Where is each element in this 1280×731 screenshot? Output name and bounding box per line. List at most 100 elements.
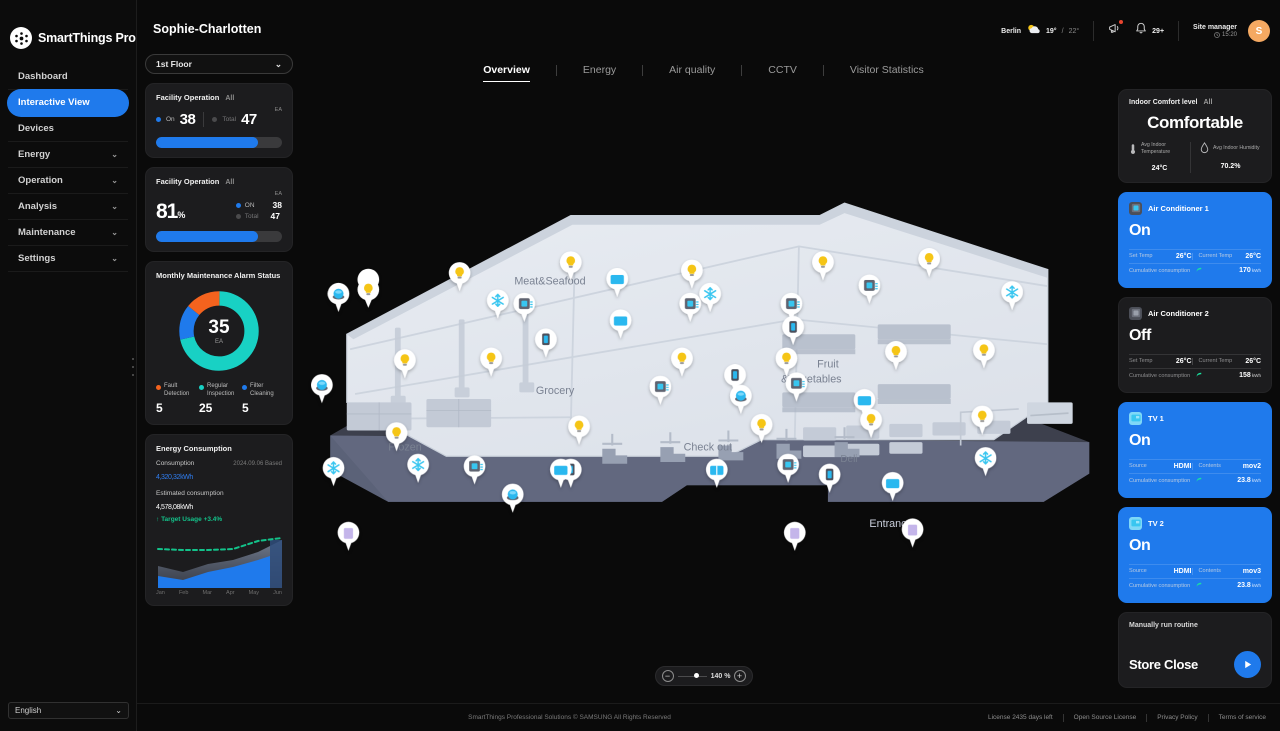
card-title-text: Indoor Comfort level bbox=[1129, 99, 1198, 106]
footer-link-privacy[interactable]: Privacy Policy bbox=[1157, 714, 1197, 721]
contents-label: Contents bbox=[1198, 568, 1221, 574]
language-selector-wrap: English ⌄ bbox=[8, 702, 129, 719]
tab-visitor-statistics[interactable]: Visitor Statistics bbox=[824, 64, 950, 76]
device-name: Air Conditioner 1 bbox=[1148, 203, 1209, 213]
tab-overview[interactable]: Overview bbox=[457, 64, 556, 82]
source: Source HDMI bbox=[1129, 463, 1192, 470]
legend-total-label: Total bbox=[244, 212, 259, 220]
tab-cctv[interactable]: CCTV bbox=[742, 64, 823, 76]
bell-icon[interactable] bbox=[1135, 22, 1147, 40]
header-right: Berlin 19° / 22° 29+ Site manager 15:20 … bbox=[987, 14, 1270, 48]
device-state: On bbox=[1129, 221, 1151, 239]
card-device-air-conditioner-2[interactable]: Air Conditioner 2 Off Set Temp 26°C Curr… bbox=[1118, 296, 1272, 393]
consumption-value: 23.8kWh bbox=[1237, 477, 1261, 484]
energy-consumption-head: Consumption 2024.09.06 Based bbox=[156, 460, 282, 467]
consumption-unit: kWh bbox=[1251, 583, 1261, 588]
energy-consumption-value: 4,320,32kWh bbox=[156, 467, 282, 482]
sidebar-item-maintenance[interactable]: Maintenance ⌄ bbox=[8, 220, 128, 246]
divider bbox=[203, 112, 205, 127]
comfort-temp-label: Avg Indoor Temperature bbox=[1140, 142, 1171, 155]
minus-icon: − bbox=[664, 670, 671, 681]
footer-links: License 2435 days left Open Source Licen… bbox=[988, 713, 1266, 722]
device-header: TV 1 bbox=[1129, 411, 1261, 425]
donut-total-value: 35 bbox=[208, 316, 230, 338]
leaf-icon bbox=[1196, 582, 1202, 590]
chevron-down-icon: ⌄ bbox=[111, 150, 118, 159]
sidebar-item-interactive-view[interactable]: Interactive View bbox=[8, 90, 128, 116]
status-dot-total bbox=[235, 213, 241, 219]
energy-chart-axis: Jan Feb Mar Apr May Jun bbox=[156, 590, 282, 596]
current-temp-value: 26°C bbox=[1245, 253, 1261, 260]
card-maintenance-alarm: Monthly Maintenance Alarm Status 35 EA F… bbox=[145, 261, 293, 425]
device-header: TV 2 bbox=[1129, 516, 1261, 530]
sidebar-item-operation[interactable]: Operation ⌄ bbox=[8, 168, 128, 194]
tab-label: Overview bbox=[483, 64, 530, 76]
weather-temp-now: 19° bbox=[1046, 27, 1057, 35]
zoom-out-button[interactable]: − bbox=[661, 670, 674, 682]
floorplan-3d-view[interactable]: Meat&Seafood Grocery Fruit &Vegetables F… bbox=[297, 110, 1110, 620]
facility-percent-row: 81% ON 38 Total 47 bbox=[156, 199, 282, 222]
humidity-icon bbox=[1200, 142, 1209, 154]
tab-label: Air quality bbox=[669, 64, 716, 76]
card-device-tv-1[interactable]: TV 1 On Source HDMI Contents mov2 Cumula… bbox=[1118, 401, 1272, 498]
footer-link-open-source[interactable]: Open Source License bbox=[1074, 714, 1137, 721]
alert-badge-dot bbox=[1119, 20, 1124, 24]
card-title-text: Facility Operation bbox=[156, 93, 220, 102]
card-device-air-conditioner-1[interactable]: Air Conditioner 1 On Set Temp 26°C Curre… bbox=[1118, 191, 1272, 288]
tab-air-quality[interactable]: Air quality bbox=[643, 64, 741, 76]
axis-tick: Jun bbox=[273, 590, 282, 596]
floor-select-value: 1st Floor bbox=[156, 59, 192, 69]
unit-label: EA bbox=[274, 191, 282, 197]
panel-resize-handle[interactable] bbox=[131, 358, 135, 376]
device-name: TV 1 bbox=[1148, 413, 1164, 423]
card-indoor-comfort: Indoor Comfort level All Comfortable Avg… bbox=[1118, 89, 1272, 183]
card-device-tv-2[interactable]: TV 2 On Source HDMI Contents mov3 Cumula… bbox=[1118, 506, 1272, 603]
user-widget[interactable]: Site manager 15:20 S bbox=[1178, 20, 1270, 42]
pin-door bbox=[337, 521, 360, 551]
zoom-control[interactable]: − 140 % + bbox=[654, 666, 753, 686]
source-value: HDMI bbox=[1173, 567, 1192, 575]
device-header: Air Conditioner 1 bbox=[1129, 201, 1261, 215]
weather-widget[interactable]: Berlin 19° / 22° bbox=[987, 21, 1093, 41]
axis-tick: Mar bbox=[202, 590, 212, 596]
comfort-metrics: Avg Indoor Temperature 24°C Avg Indoor H… bbox=[1129, 142, 1261, 173]
donut-total-unit: EA bbox=[214, 338, 223, 345]
set-temp: Set Temp 26°C bbox=[1129, 253, 1192, 260]
sidebar-item-analysis[interactable]: Analysis ⌄ bbox=[8, 194, 128, 220]
comfort-head: Avg Indoor Temperature bbox=[1129, 142, 1190, 156]
floor-select[interactable]: 1st Floor ⌄ bbox=[145, 54, 293, 74]
megaphone-icon[interactable] bbox=[1108, 20, 1124, 40]
language-select[interactable]: English ⌄ bbox=[8, 702, 129, 719]
footer-link-terms[interactable]: Terms of service bbox=[1219, 714, 1266, 721]
percent-symbol: % bbox=[177, 210, 185, 220]
floorplan-svg: Meat&Seafood Grocery Fruit &Vegetables F… bbox=[311, 202, 1090, 551]
play-icon[interactable] bbox=[1234, 650, 1261, 678]
zoom-slider-knob[interactable] bbox=[694, 673, 700, 678]
sidebar-item-settings[interactable]: Settings ⌄ bbox=[8, 246, 128, 272]
percent-number: 81 bbox=[156, 200, 178, 223]
zoom-slider[interactable] bbox=[677, 673, 707, 678]
sidebar-item-energy[interactable]: Energy ⌄ bbox=[8, 142, 128, 168]
device-row-source: Source HDMI Contents mov3 bbox=[1129, 563, 1261, 578]
pin-door bbox=[783, 521, 806, 551]
consumption-label: Cumulative consumption bbox=[1129, 267, 1191, 274]
sidebar-item-dashboard[interactable]: Dashboard bbox=[8, 64, 128, 90]
consumption-number: 158 bbox=[1239, 372, 1251, 379]
legend-label: Regular Inspection bbox=[207, 383, 235, 397]
status-dot-total bbox=[212, 117, 218, 122]
card-facility-operation-count: Facility Operation All EA On 38 Total 47 bbox=[145, 83, 293, 158]
sidebar-item-devices[interactable]: Devices bbox=[8, 116, 128, 142]
maintenance-legend: Fault Detection 5 Regular Inspection 25 … bbox=[156, 383, 282, 415]
zoom-in-button[interactable]: + bbox=[733, 670, 746, 682]
legend-item-fault: Fault Detection 5 bbox=[156, 383, 196, 415]
consumption-label: Cumulative consumption bbox=[1129, 372, 1191, 379]
consumption-number: 23.8 bbox=[1237, 477, 1251, 484]
routine-name: Store Close bbox=[1129, 656, 1198, 672]
tab-energy[interactable]: Energy bbox=[557, 64, 642, 76]
zone-label-checkout: Check out bbox=[684, 441, 732, 453]
page-title: Sophie-Charlotten bbox=[153, 22, 262, 36]
avatar[interactable]: S bbox=[1248, 20, 1270, 42]
energy-target-text: ↑ Target Usage +3.4% bbox=[156, 516, 282, 523]
current-temp-label: Current Temp bbox=[1198, 253, 1233, 259]
zone-label-deli: Deli bbox=[840, 454, 857, 465]
